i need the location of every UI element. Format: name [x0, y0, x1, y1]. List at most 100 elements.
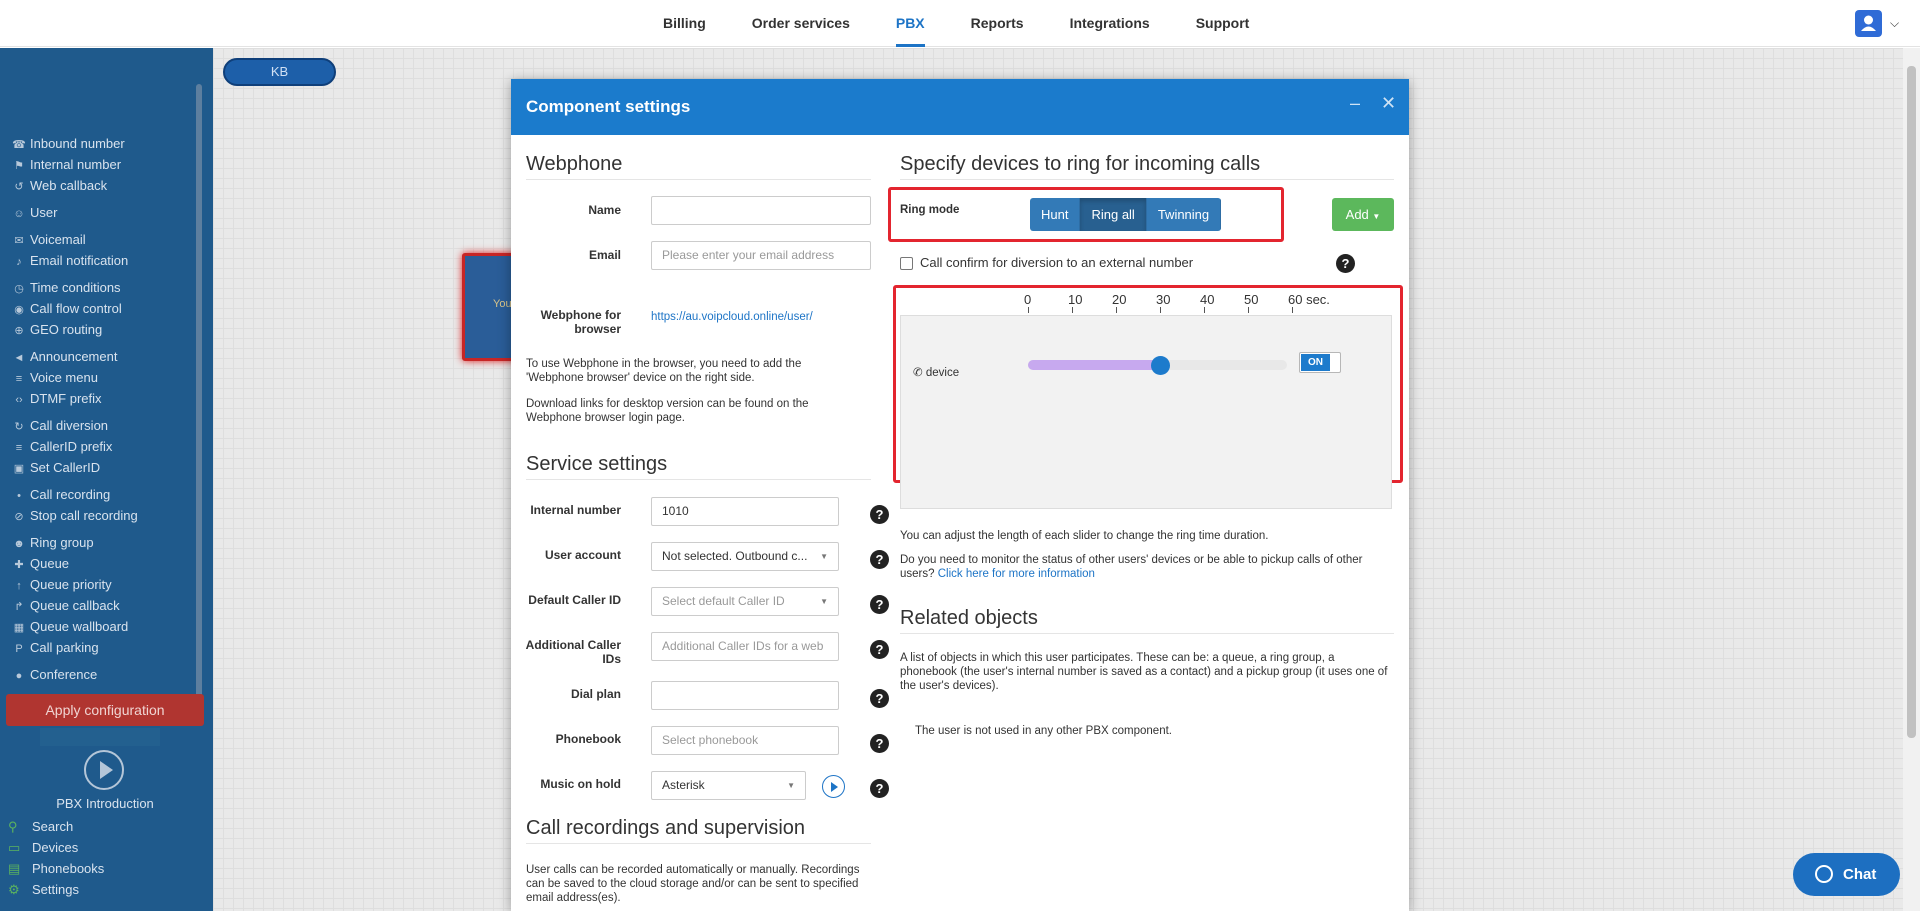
help-icon[interactable]: ? — [870, 550, 889, 569]
microphone-icon: • — [17, 490, 21, 502]
device-on-toggle[interactable]: ON — [1299, 352, 1341, 373]
help-icon[interactable]: ? — [1336, 254, 1355, 273]
webphone-note-1: To use Webphone in the browser, you need… — [526, 358, 802, 384]
phonebooks-link[interactable]: ▤ Phonebooks — [8, 861, 104, 877]
ring-mode-ring-all-button[interactable]: Ring all — [1080, 198, 1147, 231]
user-avatar-button[interactable] — [1855, 10, 1882, 37]
search-link[interactable]: ⚲ Search — [8, 819, 73, 835]
ring-mode-twinning-button[interactable]: Twinning — [1146, 198, 1222, 231]
email-label: Email — [588, 248, 621, 262]
ring-mode-group: Hunt Ring all Twinning — [1030, 198, 1222, 231]
settings-link[interactable]: ⚙ Settings — [8, 882, 79, 898]
megaphone-icon: ◄ — [13, 352, 25, 364]
help-icon[interactable]: ? — [870, 734, 889, 753]
music-on-hold-value: Asterisk — [662, 778, 705, 792]
globe-icon: ⊕ — [14, 325, 24, 337]
play-button[interactable] — [822, 775, 845, 798]
nav-reports[interactable]: Reports — [971, 0, 1024, 47]
sidebar-item-call-parking[interactable]: P Call parking — [12, 638, 98, 658]
help-icon[interactable]: ? — [870, 595, 889, 614]
sidebar-item-inbound-number[interactable]: ☎ Inbound number — [12, 134, 125, 154]
sidebar-item-label: Queue — [30, 556, 70, 571]
sidebar-item-geo-routing[interactable]: ⊕ GEO routing — [12, 320, 102, 340]
music-on-hold-select[interactable]: Asterisk ▼ — [651, 771, 806, 800]
ring-time-tick-mark — [1292, 307, 1293, 313]
sidebar-item-call-recording[interactable]: • Call recording — [12, 485, 110, 505]
ring-mode-hunt-button[interactable]: Hunt — [1030, 198, 1081, 231]
name-input[interactable] — [651, 196, 871, 225]
sidebar-item-call-flow-control[interactable]: ◉ Call flow control — [12, 299, 122, 319]
sidebar-item-label: Voice menu — [30, 370, 98, 385]
sidebar-item-label: Call recording — [30, 487, 111, 502]
dial-plan-input[interactable] — [651, 681, 839, 710]
sidebar-scrollbar[interactable] — [196, 84, 202, 700]
nav-support[interactable]: Support — [1196, 0, 1250, 47]
ring-time-tick-mark — [1160, 307, 1161, 313]
devices-link[interactable]: ▭ Devices — [8, 840, 78, 856]
sidebar-item-label: Announcement — [30, 349, 118, 364]
chat-button[interactable]: Chat — [1793, 853, 1900, 896]
sidebar-item-queue-wallboard[interactable]: ▦ Queue wallboard — [12, 617, 129, 637]
sidebar-item-stop-call-recording[interactable]: ⊘ Stop call recording — [12, 506, 138, 526]
sidebar-item-label: Stop call recording — [30, 508, 138, 523]
sidebar-item-web-callback[interactable]: ↺ Web callback — [12, 176, 107, 196]
modal-title: Component settings — [526, 97, 691, 116]
default-callerid-select[interactable]: Select default Caller ID ▼ — [651, 587, 839, 616]
caret-down-icon: ▼ — [820, 597, 828, 606]
devices-section-title: Specify devices to ring for incoming cal… — [900, 153, 1394, 180]
help-icon[interactable]: ? — [870, 779, 889, 798]
ring-time-tick-label: 40 — [1200, 292, 1215, 307]
email-input[interactable]: Please enter your email address — [651, 241, 871, 270]
additional-callerid-input[interactable]: Additional Caller IDs for a web — [651, 632, 839, 661]
play-icon[interactable] — [84, 750, 124, 790]
sidebar-item-conference[interactable]: ● Conference — [12, 665, 98, 685]
monitor-info-link[interactable]: Click here for more information — [938, 568, 1095, 580]
sidebar-item-label: Set CallerID — [30, 460, 101, 475]
bell-icon: ♪ — [16, 256, 22, 268]
add-device-label: Add — [1345, 207, 1369, 222]
pbx-introduction-link[interactable]: PBX Introduction — [0, 796, 210, 811]
sidebar-item-user[interactable]: ☺ User — [12, 203, 57, 223]
sidebar-item-voice-menu[interactable]: ≡ Voice menu — [12, 368, 98, 388]
chevron-down-icon[interactable]: ⌵ — [1890, 16, 1899, 31]
sidebar-item-ring-group[interactable]: ☻ Ring group — [12, 533, 93, 553]
nav-pbx[interactable]: PBX — [895, 0, 925, 47]
sidebar-item-announcement[interactable]: ◄ Announcement — [12, 347, 118, 367]
webphone-browser-link[interactable]: https://au.voipcloud.online/user/ — [651, 310, 813, 324]
sidebar-item-time-conditions[interactable]: ◷ Time conditions — [12, 278, 120, 298]
component-sidebar: ☎ Inbound number ⚑ Internal number ↺ Web call… — [0, 48, 213, 911]
minimize-icon[interactable]: – — [1350, 93, 1360, 114]
devices-label: Devices — [32, 840, 79, 855]
sidebar-item-set-callerid[interactable]: ▣ Set CallerID — [12, 458, 100, 478]
call-confirm-checkbox[interactable] — [900, 257, 913, 270]
help-icon[interactable]: ? — [870, 505, 889, 524]
phonebook-input[interactable]: Select phonebook — [651, 726, 839, 755]
close-icon[interactable]: ✕ — [1381, 93, 1396, 114]
nav-billing[interactable]: Billing — [663, 0, 706, 47]
add-device-button[interactable]: Add ▼ — [1332, 198, 1394, 231]
help-icon[interactable]: ? — [870, 689, 889, 708]
ring-time-slider-handle[interactable] — [1151, 356, 1170, 375]
sidebar-item-email-notification[interactable]: ♪ Email notification — [12, 251, 128, 271]
sidebar-item-dtmf-prefix[interactable]: ‹› DTMF prefix — [12, 389, 101, 409]
envelope-icon: ✉ — [14, 235, 24, 247]
apply-configuration-button[interactable]: Apply configuration — [6, 694, 204, 726]
nav-integrations[interactable]: Integrations — [1070, 0, 1150, 47]
sidebar-item-voicemail[interactable]: ✉ Voicemail — [12, 230, 85, 250]
ring-time-tick-mark — [1248, 307, 1249, 313]
user-account-select[interactable]: Not selected. Outbound c... ▼ — [651, 542, 839, 571]
kb-node[interactable]: KB — [223, 58, 336, 86]
sidebar-item-queue[interactable]: ✚ Queue — [12, 554, 69, 574]
sidebar-item-callerid-prefix[interactable]: ≡ CallerID prefix — [12, 437, 113, 457]
related-objects-empty: The user is not used in any other PBX co… — [915, 725, 1172, 737]
sidebar-item-internal-number[interactable]: ⚑ Internal number — [12, 155, 121, 175]
page-scrollbar[interactable] — [1903, 48, 1920, 911]
sidebar-item-queue-callback[interactable]: ↱ Queue callback — [12, 596, 119, 616]
internal-number-input[interactable]: 1010 — [651, 497, 839, 526]
sidebar-item-queue-priority[interactable]: ↑ Queue priority — [12, 575, 111, 595]
nav-order-services[interactable]: Order services — [752, 0, 850, 47]
sidebar-item-label: CallerID prefix — [30, 439, 113, 454]
help-icon[interactable]: ? — [870, 640, 889, 659]
sidebar-item-call-diversion[interactable]: ↻ Call diversion — [12, 416, 108, 436]
ring-time-tick-mark — [1028, 307, 1029, 313]
